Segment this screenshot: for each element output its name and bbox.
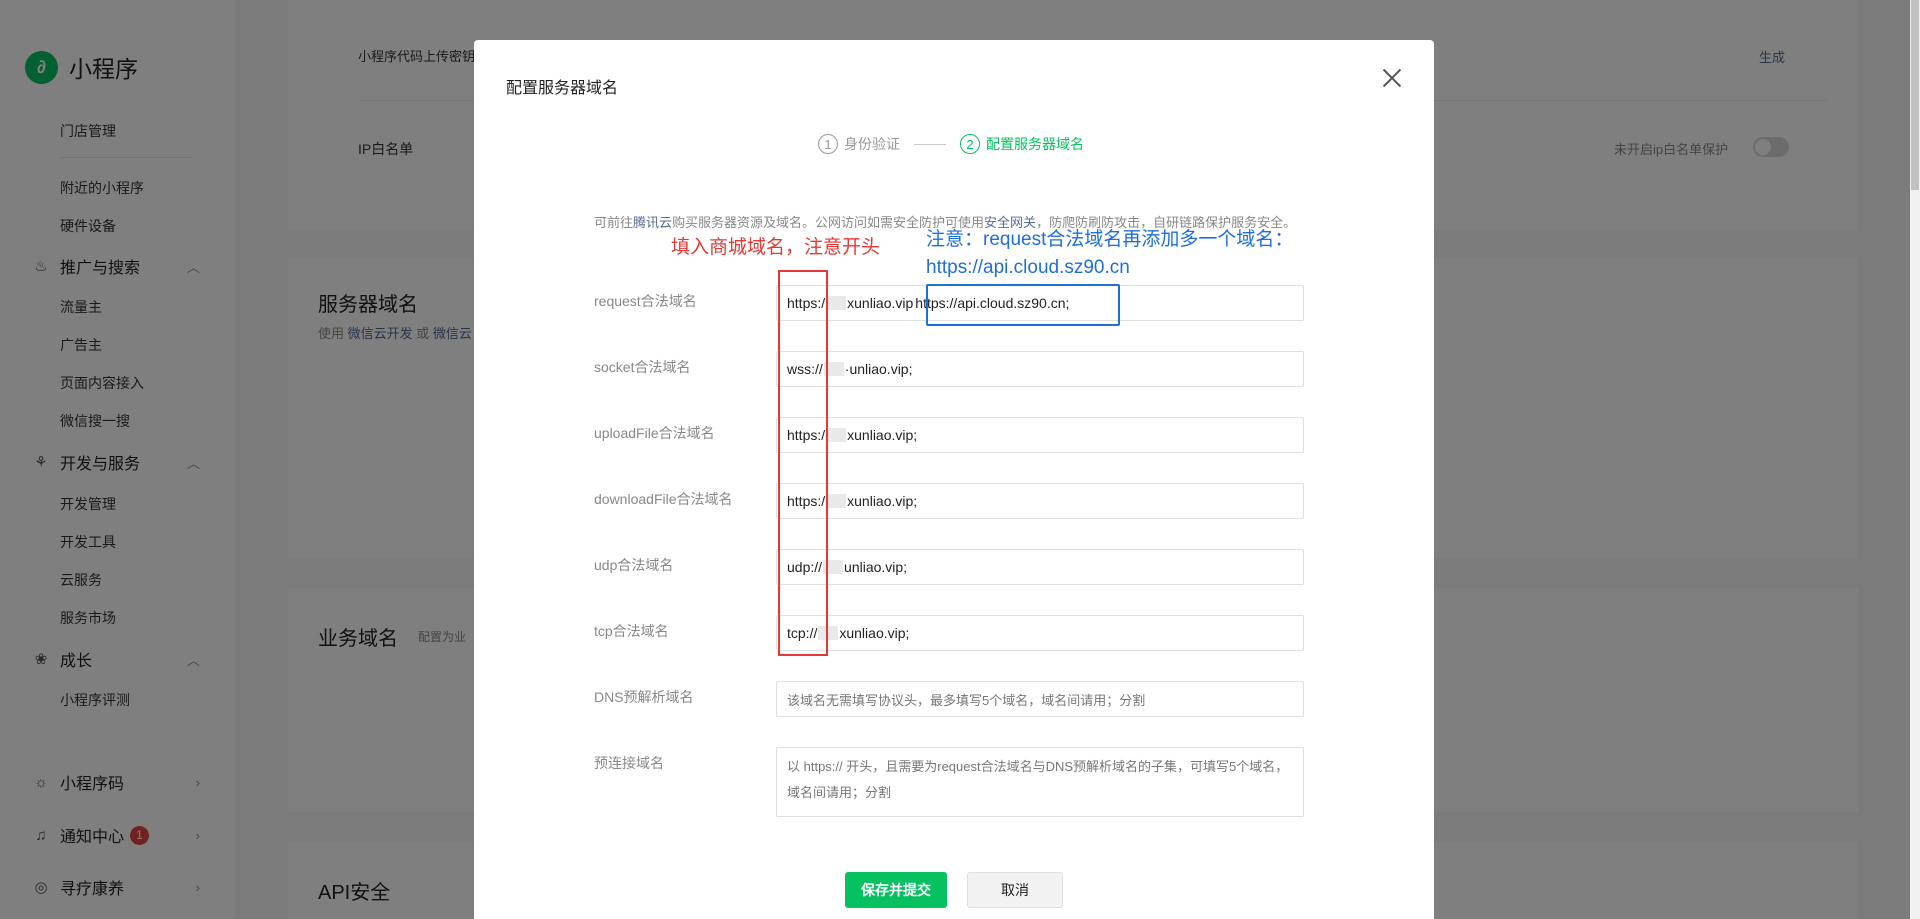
download-domain-input[interactable]: https:/xunliao.vip; bbox=[776, 483, 1304, 519]
input-value-suffix: unliao.vip; bbox=[844, 559, 908, 575]
socket-domain-input[interactable]: wss://·unliao.vip; bbox=[776, 351, 1304, 387]
dns-domain-label: DNS预解析域名 bbox=[594, 689, 694, 705]
redacted-text bbox=[826, 494, 847, 508]
annotation-blue-note: 注意：request合法域名再添加多一个域名： https://api.clou… bbox=[926, 226, 1293, 282]
step-indicator: 1 身份验证 2 配置服务器域名 bbox=[818, 134, 1084, 154]
step-identity: 1 身份验证 bbox=[818, 134, 900, 154]
request-domain-label: request合法域名 bbox=[594, 293, 697, 309]
tcp-domain-label: tcp合法域名 bbox=[594, 623, 669, 639]
input-value-suffix: xunliao.vip bbox=[847, 295, 914, 311]
download-domain-label: downloadFile合法域名 bbox=[594, 491, 733, 507]
preconnect-domain-label: 预连接域名 bbox=[594, 755, 664, 771]
annotation-red-note: 填入商城域名，注意开头 bbox=[671, 237, 881, 258]
redacted-text bbox=[826, 296, 847, 310]
page-scrollbar[interactable] bbox=[1910, 0, 1920, 919]
step-label: 身份验证 bbox=[844, 136, 900, 152]
tcp-domain-input[interactable]: tcp://xunliao.vip; bbox=[776, 615, 1304, 651]
input-value-suffix: ·unliao.vip; bbox=[844, 361, 913, 377]
tencent-cloud-link[interactable]: 腾讯云 bbox=[633, 215, 672, 230]
udp-domain-label: udp合法域名 bbox=[594, 557, 674, 573]
scrollbar-thumb[interactable] bbox=[1911, 0, 1919, 190]
upload-domain-label: uploadFile合法域名 bbox=[594, 425, 715, 441]
step-number: 1 bbox=[818, 134, 838, 154]
redacted-text bbox=[826, 428, 847, 442]
annotation-blue-line2: https://api.cloud.sz90.cn bbox=[926, 257, 1130, 278]
annotation-blue-line1: 注意：request合法域名再添加多一个域名： bbox=[926, 229, 1294, 250]
step-label: 配置服务器域名 bbox=[986, 136, 1084, 152]
save-submit-button[interactable]: 保存并提交 bbox=[845, 872, 947, 908]
cancel-button[interactable]: 取消 bbox=[967, 872, 1063, 908]
preconnect-domain-textarea[interactable]: 以 https:// 开头，且需要为request合法域名与DNS预解析域名的子… bbox=[776, 747, 1304, 817]
input-value-suffix: xunliao.vip; bbox=[847, 427, 918, 443]
input-value-suffix: xunliao.vip; bbox=[847, 493, 918, 509]
step-connector bbox=[914, 143, 946, 145]
configure-server-domain-dialog: 配置服务器域名 1 身份验证 2 配置服务器域名 可前往腾讯云购买服务器资源及域… bbox=[474, 40, 1434, 919]
intro-part: 可前往 bbox=[594, 215, 634, 230]
dialog-title: 配置服务器域名 bbox=[506, 80, 619, 97]
annotation-blue-box bbox=[926, 284, 1120, 326]
step-number: 2 bbox=[960, 134, 980, 154]
dns-domain-input[interactable]: 该域名无需填写协议头，最多填写5个域名，域名间请用；分割 bbox=[776, 681, 1304, 717]
step-configure: 2 配置服务器域名 bbox=[960, 134, 1084, 154]
udp-domain-input[interactable]: udp://unliao.vip; bbox=[776, 549, 1304, 585]
socket-domain-label: socket合法域名 bbox=[594, 359, 691, 375]
close-icon[interactable] bbox=[1378, 64, 1406, 92]
upload-domain-input[interactable]: https:/xunliao.vip; bbox=[776, 417, 1304, 453]
annotation-red-box bbox=[778, 270, 828, 656]
input-value-suffix: xunliao.vip; bbox=[839, 625, 910, 641]
